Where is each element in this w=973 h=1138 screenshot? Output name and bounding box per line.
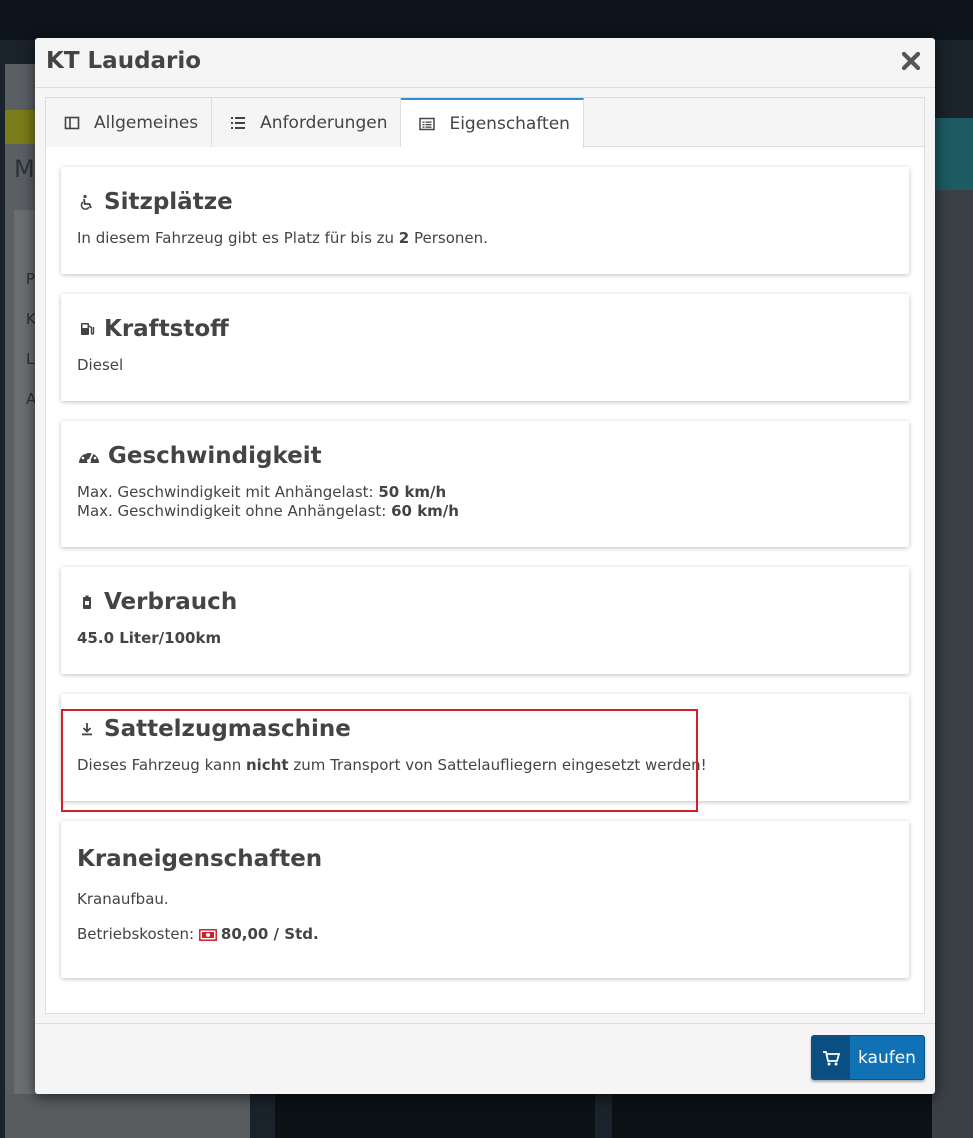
- card-title: Sattelzugmaschine: [104, 716, 351, 742]
- tab-anforderungen[interactable]: Anforderungen: [212, 98, 402, 147]
- modal-header: KT Laudario: [35, 38, 935, 88]
- tab-label: Eigenschaften: [449, 114, 570, 134]
- buy-button[interactable]: kaufen: [811, 1035, 925, 1080]
- card-title: Kraneigenschaften: [77, 846, 323, 872]
- crane-description: Kranaufbau.: [77, 890, 169, 908]
- consumption-value: 45.0 Liter/100km: [77, 629, 222, 647]
- vehicle-modal: KT Laudario Allgemeines Anforderungen Ei…: [35, 38, 935, 1094]
- speed-with-trailer: Max. Geschwindigkeit mit Anhängelast: 50…: [77, 483, 447, 501]
- modal-body: Allgemeines Anforderungen Eigenschaften: [45, 97, 925, 1014]
- background-topbar: [0, 0, 973, 40]
- tab-label: Anforderungen: [260, 112, 388, 133]
- tab-allgemeines[interactable]: Allgemeines: [46, 98, 213, 147]
- card-title: Kraftstoff: [104, 316, 229, 342]
- card-title: Geschwindigkeit: [108, 443, 322, 469]
- background-letter: M: [14, 155, 35, 183]
- tachometer-icon: [77, 446, 101, 466]
- tab-label: Allgemeines: [94, 112, 199, 133]
- card-speed: Geschwindigkeit Max. Geschwindigkeit mit…: [61, 421, 909, 547]
- shopping-cart-icon: [812, 1036, 850, 1079]
- gas-pump-icon: [77, 319, 97, 339]
- speed-without-trailer: Max. Geschwindigkeit ohne Anhängelast: 6…: [77, 502, 459, 520]
- list-alt-icon: [419, 116, 436, 132]
- card-semitrailer: Sattelzugmaschine Dieses Fahrzeug kann n…: [61, 694, 909, 801]
- seats-text: In diesem Fahrzeug gibt es Platz für bis…: [77, 229, 488, 247]
- buy-button-label: kaufen: [858, 1047, 916, 1068]
- tab-eigenschaften[interactable]: Eigenschaften: [401, 98, 584, 148]
- background-vehicle-image-b: [612, 1094, 932, 1138]
- background-letter: P: [26, 270, 36, 288]
- wheelchair-icon: [77, 192, 97, 212]
- close-button[interactable]: [899, 49, 923, 73]
- card-seats: Sitzplätze In diesem Fahrzeug gibt es Pl…: [61, 167, 909, 274]
- background-teal-block: [930, 118, 973, 190]
- money-icon: [198, 927, 217, 946]
- semitrailer-text: Dieses Fahrzeug kann nicht zum Transport…: [77, 756, 707, 774]
- seats-count: 2: [398, 229, 410, 247]
- crane-cost: Betriebskosten: 80,00 / Std.: [77, 925, 893, 946]
- columns-icon: [64, 115, 80, 131]
- background-letter: L: [26, 350, 35, 368]
- tab-content-eigenschaften: Sitzplätze In diesem Fahrzeug gibt es Pl…: [46, 147, 924, 978]
- card-fuel: Kraftstoff Diesel: [61, 294, 909, 401]
- background-right-strip: [932, 190, 973, 1138]
- battery-icon: [77, 592, 97, 612]
- fuel-value: Diesel: [77, 356, 124, 374]
- close-icon: [901, 51, 921, 71]
- card-title: Verbrauch: [104, 589, 238, 615]
- card-crane: Kraneigenschaften Kranaufbau. Betriebsko…: [61, 821, 909, 978]
- modal-footer: kaufen: [35, 1023, 935, 1094]
- card-consumption: Verbrauch 45.0 Liter/100km: [61, 567, 909, 674]
- download-arrow-icon: [77, 719, 97, 739]
- card-title: Sitzplätze: [104, 189, 233, 215]
- background-vehicle-image-a: [275, 1094, 595, 1138]
- modal-title: KT Laudario: [46, 48, 202, 74]
- background-bottom-left: [5, 1094, 250, 1138]
- tab-bar: Allgemeines Anforderungen Eigenschaften: [46, 98, 924, 148]
- list-icon: [230, 115, 246, 131]
